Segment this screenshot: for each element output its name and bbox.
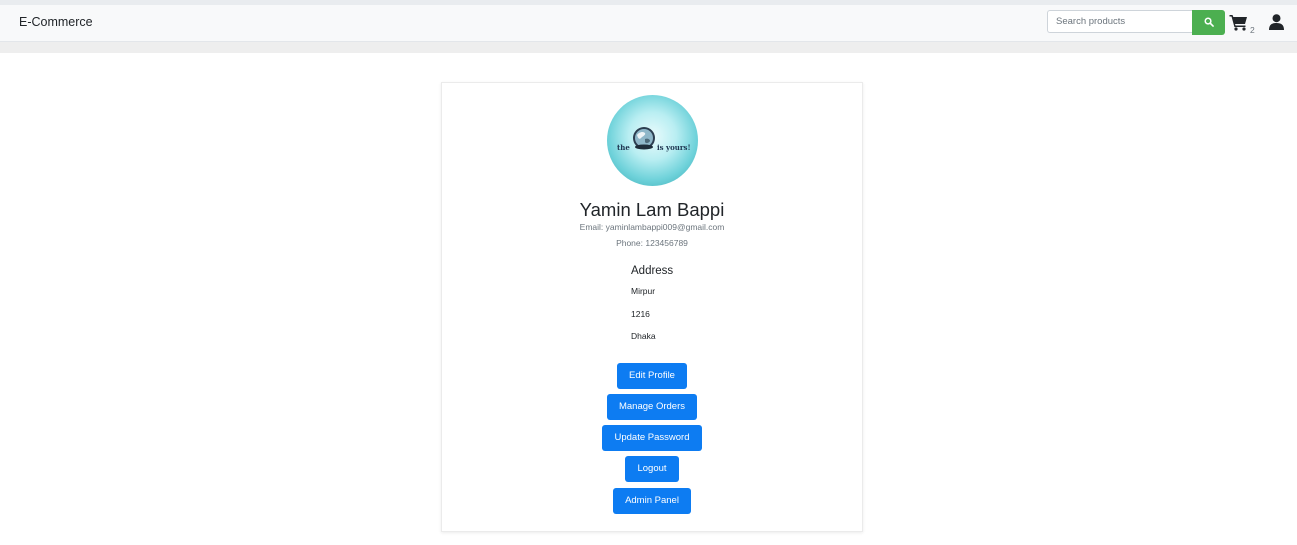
search-input[interactable] [1047, 10, 1193, 33]
avatar: the is yours! [607, 95, 698, 186]
user-icon [1269, 14, 1284, 34]
cart-link[interactable]: 2 [1229, 14, 1255, 36]
avatar-text-left: the [617, 143, 630, 152]
avatar-text-right: is yours! [657, 143, 691, 152]
address-line-city: Dhaka [631, 331, 656, 341]
search-button[interactable] [1192, 10, 1225, 35]
profile-phone: Phone: 123456789 [616, 238, 688, 248]
manage-orders-button[interactable]: Manage Orders [607, 394, 697, 420]
admin-panel-button[interactable]: Admin Panel [613, 488, 691, 514]
logout-button[interactable]: Logout [625, 456, 679, 482]
cart-count-badge: 2 [1250, 25, 1255, 35]
user-menu[interactable] [1269, 14, 1284, 35]
search-icon [1204, 15, 1214, 30]
profile-email: Email: yaminlambappi009@gmail.com [579, 222, 725, 232]
address-line-area: Mirpur [631, 286, 656, 296]
profile-card: the is yours! Yamin Lam Bappi Email: yam… [441, 82, 863, 532]
address-heading: Address [631, 265, 674, 277]
brand-link[interactable]: E-Commerce [19, 15, 93, 29]
globe-icon [632, 126, 656, 155]
navbar: E-Commerce 2 [0, 5, 1297, 42]
profile-name: Yamin Lam Bappi [579, 199, 725, 220]
update-password-button[interactable]: Update Password [602, 425, 702, 451]
cart-icon [1229, 14, 1248, 36]
navbar-shadow-bar [0, 42, 1297, 53]
address-line-postcode: 1216 [631, 309, 650, 319]
edit-profile-button[interactable]: Edit Profile [617, 363, 687, 389]
